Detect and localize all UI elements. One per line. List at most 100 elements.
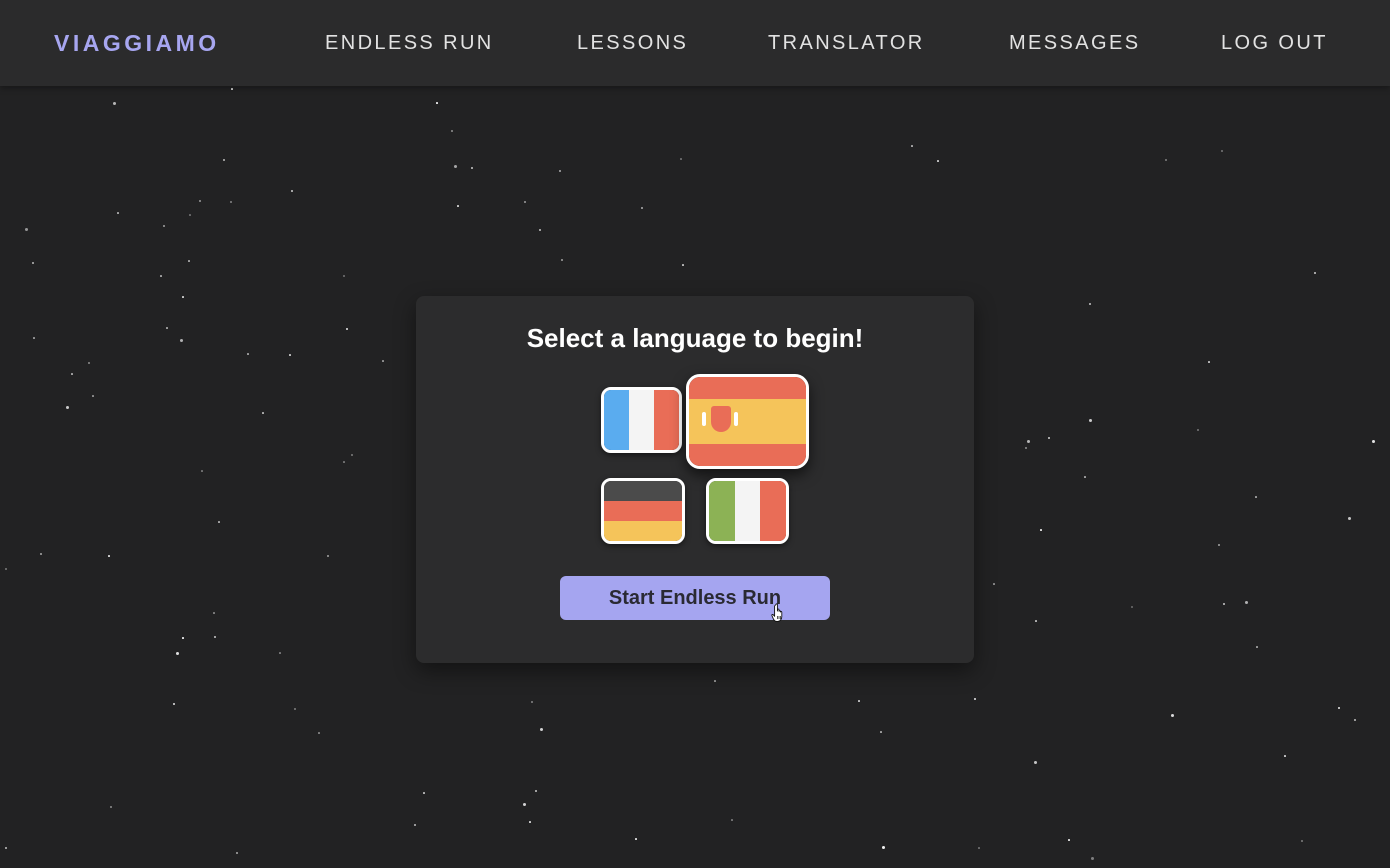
star-dot — [327, 555, 329, 557]
star-dot — [524, 201, 526, 203]
star-dot — [173, 703, 175, 705]
star-dot — [1035, 620, 1037, 622]
brand-logo[interactable]: VIAGGIAMO — [54, 30, 220, 57]
star-dot — [40, 553, 42, 555]
star-dot — [535, 790, 537, 792]
nav-link-log-out[interactable]: LOG OUT — [1221, 32, 1328, 55]
star-dot — [1221, 150, 1223, 152]
hand-cursor-icon — [771, 603, 783, 622]
star-dot — [160, 275, 162, 277]
star-dot — [5, 568, 7, 570]
star-dot — [351, 454, 353, 456]
star-dot — [1025, 447, 1027, 449]
star-dot — [214, 636, 216, 638]
star-dot — [1089, 419, 1092, 422]
star-dot — [236, 852, 238, 854]
star-dot — [188, 260, 190, 262]
star-dot — [1354, 719, 1356, 721]
star-dot — [71, 373, 73, 375]
star-dot — [1084, 476, 1086, 478]
star-dot — [1171, 714, 1174, 717]
star-dot — [1372, 440, 1375, 443]
star-dot — [343, 461, 345, 463]
star-dot — [1048, 437, 1050, 439]
star-dot — [880, 731, 882, 733]
star-dot — [731, 819, 733, 821]
nav-link-translator[interactable]: TRANSLATOR — [768, 32, 925, 55]
star-dot — [117, 212, 119, 214]
star-dot — [223, 159, 225, 161]
star-dot — [1255, 496, 1257, 498]
spain-flag-icon[interactable] — [686, 374, 809, 469]
language-select-card: Select a language to begin! Start Endles… — [416, 296, 974, 663]
star-dot — [230, 201, 232, 203]
star-dot — [993, 583, 995, 585]
star-dot — [682, 264, 684, 266]
star-dot — [1301, 840, 1303, 842]
star-dot — [182, 296, 184, 298]
star-dot — [113, 102, 116, 105]
star-dot — [882, 846, 885, 849]
italy-flag-icon[interactable] — [706, 478, 789, 544]
star-dot — [937, 160, 939, 162]
star-dot — [414, 824, 416, 826]
star-dot — [436, 102, 438, 104]
star-dot — [1284, 755, 1286, 757]
star-dot — [343, 275, 345, 277]
star-dot — [531, 701, 533, 703]
star-dot — [1089, 303, 1091, 305]
star-dot — [1245, 601, 1248, 604]
star-dot — [471, 167, 473, 169]
star-dot — [529, 821, 531, 823]
star-dot — [247, 353, 249, 355]
star-dot — [635, 838, 637, 840]
star-dot — [5, 847, 7, 849]
france-flag-icon[interactable] — [601, 387, 682, 453]
star-dot — [163, 225, 165, 227]
star-dot — [166, 327, 168, 329]
star-dot — [523, 803, 526, 806]
star-dot — [561, 259, 563, 261]
star-dot — [346, 328, 348, 330]
star-dot — [1165, 159, 1167, 161]
star-dot — [540, 728, 543, 731]
star-dot — [1091, 857, 1094, 860]
star-dot — [199, 200, 201, 202]
star-dot — [457, 205, 459, 207]
top-navbar: VIAGGIAMO ENDLESS RUN LESSONS TRANSLATOR… — [0, 0, 1390, 86]
start-endless-run-button[interactable]: Start Endless Run — [560, 576, 830, 620]
nav-link-lessons[interactable]: LESSONS — [577, 32, 688, 55]
spain-crest-icon — [711, 406, 731, 432]
star-dot — [32, 262, 34, 264]
star-dot — [279, 652, 281, 654]
star-dot — [382, 360, 384, 362]
star-dot — [213, 612, 215, 614]
star-dot — [1040, 529, 1042, 531]
star-dot — [218, 521, 220, 523]
star-dot — [1314, 272, 1316, 274]
star-dot — [176, 652, 179, 655]
star-dot — [189, 214, 191, 216]
star-dot — [559, 170, 561, 172]
star-dot — [454, 165, 457, 168]
star-dot — [974, 698, 976, 700]
star-dot — [680, 158, 682, 160]
star-dot — [1218, 544, 1220, 546]
star-dot — [1027, 440, 1030, 443]
nav-link-messages[interactable]: MESSAGES — [1009, 32, 1140, 55]
star-dot — [33, 337, 35, 339]
star-dot — [318, 732, 320, 734]
card-title: Select a language to begin! — [526, 323, 864, 353]
nav-link-endless-run[interactable]: ENDLESS RUN — [325, 32, 494, 55]
star-dot — [1208, 361, 1210, 363]
star-dot — [1348, 517, 1351, 520]
star-dot — [110, 806, 112, 808]
star-dot — [25, 228, 28, 231]
star-dot — [182, 637, 184, 639]
germany-flag-icon[interactable] — [601, 478, 685, 544]
star-dot — [92, 395, 94, 397]
star-dot — [1131, 606, 1133, 608]
star-dot — [180, 339, 183, 342]
star-dot — [1256, 646, 1258, 648]
star-dot — [294, 708, 296, 710]
